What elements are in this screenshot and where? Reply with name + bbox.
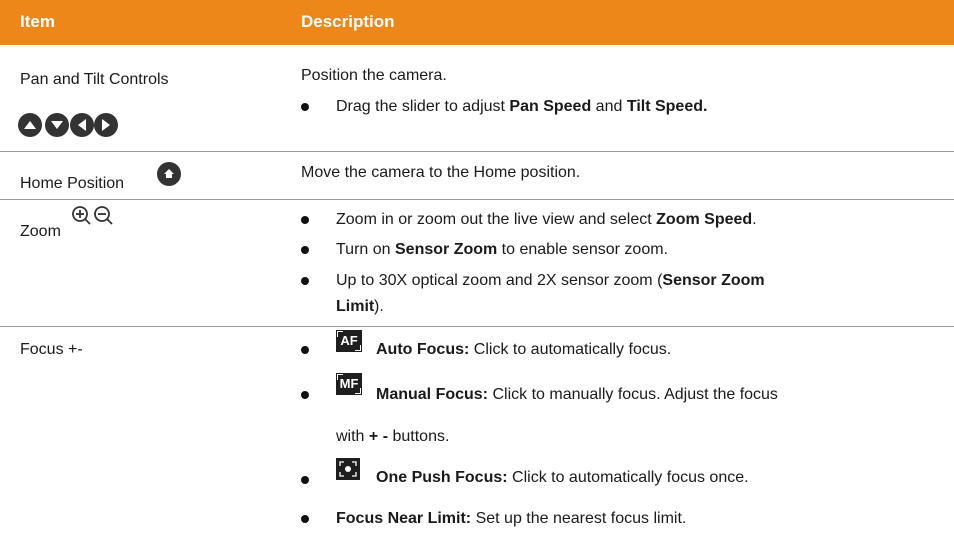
row-item-label: Zoom — [20, 223, 61, 240]
bullet — [301, 391, 309, 399]
row-description-line: Focus Near Limit: Set up the nearest foc… — [336, 510, 687, 527]
row-description-line: One Push Focus: Click to automatically f… — [376, 469, 749, 486]
bullet — [301, 277, 309, 285]
up-arrow-icon — [18, 113, 42, 137]
row-description-line: Limit — [336, 298, 375, 315]
zoom-out-icon — [94, 206, 113, 225]
bullet — [301, 103, 309, 111]
row-description-line: Position the camera. — [301, 67, 447, 84]
row-description-line: Zoom in or zoom out the live view and se… — [336, 211, 757, 228]
row-item-label: Home Position — [20, 175, 125, 192]
row-divider — [0, 151, 954, 152]
bullet — [301, 246, 309, 254]
bullet — [301, 216, 309, 224]
row-item-label: Pan and Tilt Controls — [20, 71, 169, 88]
zoom-icons — [72, 206, 113, 225]
auto-focus-icon: AF — [336, 330, 362, 352]
table-header: Item Description — [0, 0, 954, 45]
down-arrow-icon — [45, 113, 69, 137]
one-push-focus-icon — [336, 458, 360, 480]
header-item: Item — [20, 12, 55, 31]
bullet — [301, 515, 309, 523]
right-arrow-icon — [94, 113, 118, 137]
row-item-label: Focus +- — [20, 341, 83, 358]
zoom-in-icon — [72, 206, 91, 225]
row-description-line: Move the camera to the Home position. — [301, 164, 581, 181]
left-arrow-icon — [70, 113, 94, 137]
row-description-line: ). — [374, 298, 384, 315]
row-description-line: Up to 30X optical zoom and 2X sensor zoo… — [336, 272, 765, 289]
row-description-line: Drag the slider to adjust Pan Speed and … — [336, 98, 708, 115]
row-description-line: Manual Focus: Click to manually focus. A… — [376, 386, 778, 403]
bullet — [301, 346, 309, 354]
bullet — [301, 476, 309, 484]
row-description-line: Turn on Sensor Zoom to enable sensor zoo… — [336, 241, 668, 258]
row-description-line: with + - buttons. — [336, 428, 450, 445]
manual-focus-icon: MF — [336, 373, 362, 395]
row-divider — [0, 199, 954, 200]
row-divider — [0, 326, 954, 327]
row-description-line: Auto Focus: Click to automatically focus… — [376, 341, 672, 358]
home-icon — [157, 162, 181, 186]
pan-tilt-icons — [18, 113, 118, 137]
header-description: Description — [301, 12, 395, 31]
